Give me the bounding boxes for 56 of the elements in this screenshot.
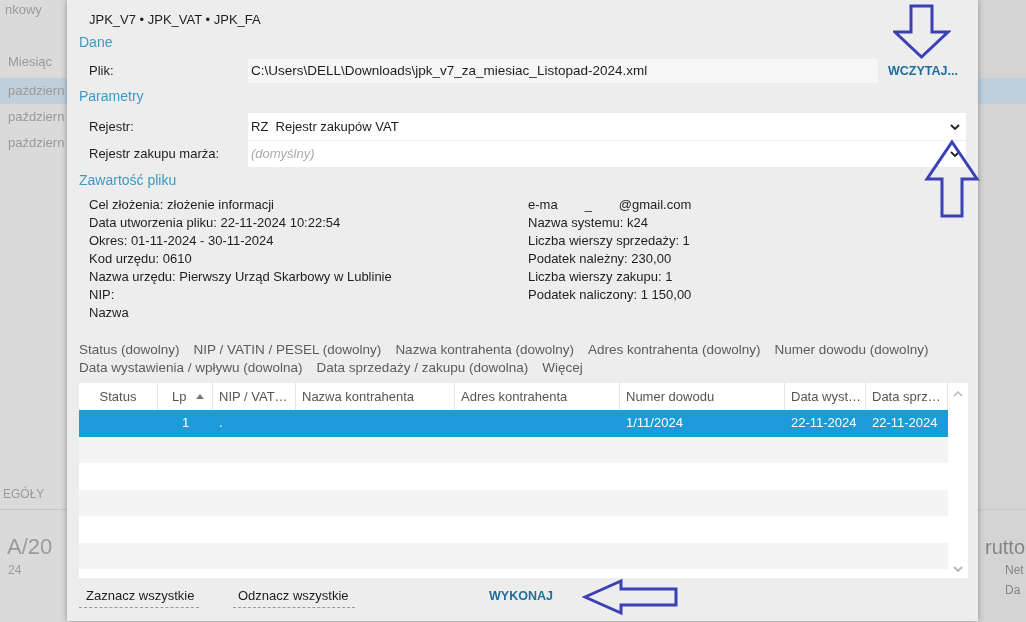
info-line: Cel złożenia: złożenie informacji — [89, 196, 274, 214]
info-line: NIP: — [89, 286, 115, 304]
dropdown-field[interactable]: RZ Rejestr zakupów VAT — [248, 113, 966, 140]
execute-button[interactable]: WYKONAJ — [487, 584, 555, 608]
column-header: Miesiąc — [7, 54, 54, 70]
load-button[interactable]: WCZYTAJ... — [886, 60, 960, 82]
table-cell-text: 22-11-2024 — [871, 414, 939, 432]
filter-link[interactable]: Data sprzedaży / zakupu (dowolna) — [316, 359, 529, 377]
filter-link[interactable]: Więcej — [542, 359, 583, 377]
info-line: Data utworzenia pliku: 22-11-2024 10:22:54 — [89, 214, 341, 232]
file-path-field[interactable]: C:\Users\DELL\Downloads\jpk_v7_za_miesiac_Listopad-2024.xml — [248, 59, 878, 83]
field-label: Rejestr zakupu marża: — [88, 145, 221, 164]
table-row[interactable]: 1 . 1/11/2024 22-11-2024 22-11-2024 — [79, 410, 948, 437]
info-line: Kod urzędu: 0610 — [89, 250, 192, 268]
table-cell-text: . — [218, 414, 224, 432]
table-cell-text: 22-11-2024 — [790, 414, 858, 432]
info-line: Podatek naliczony: 1 150,00 — [528, 286, 692, 304]
scroll-down-icon[interactable] — [953, 566, 963, 572]
filter-link[interactable]: NIP / VATIN / PESEL (dowolny) — [193, 341, 382, 359]
info-fragment: e-ma — [528, 196, 558, 214]
info-line: Nazwa — [89, 304, 129, 322]
document-number: A/20 — [6, 534, 54, 560]
date-text: 24 — [7, 562, 23, 578]
info-line: Podatek należny: 230,00 — [528, 250, 672, 268]
filter-link[interactable]: Nazwa kontrahenta (dowolny) — [395, 341, 574, 359]
section-title: Zawartość pliku — [79, 171, 177, 189]
info-line: Liczba wierszy sprzedaży: 1 — [528, 232, 690, 250]
field-label: Rejestr: — [88, 117, 135, 136]
info-line: Nazwa urzędu: Pierwszy Urząd Skarbowy w Lublinie — [89, 268, 392, 286]
info-line: Liczba wierszy zakupu: 1 — [528, 268, 673, 286]
scroll-up-icon[interactable] — [953, 391, 963, 397]
info-fragment: _ — [584, 196, 592, 214]
section-title: Parametry — [79, 87, 144, 105]
down-arrow-icon — [893, 3, 951, 60]
section-title: Dane — [79, 33, 113, 51]
select-all-button[interactable]: Zaznacz wszystkie — [79, 584, 199, 608]
filter-link[interactable]: Data wystawienia / wpływu (dowolna) — [79, 359, 303, 377]
left-arrow-icon — [582, 578, 679, 616]
up-arrow-icon — [924, 139, 980, 219]
chevron-down-icon[interactable] — [950, 151, 960, 157]
table-cell-text: 1/11/2024 — [625, 414, 684, 432]
table-cell-text: 1 — [180, 414, 191, 432]
filter-link[interactable]: Status (dowolny) — [79, 341, 180, 359]
info-line: Nazwa systemu: k24 — [528, 214, 648, 232]
amount-label: rutto — [984, 535, 1026, 560]
deselect-all-button[interactable]: Odznacz wszystkie — [233, 584, 355, 608]
field-label: Plik: — [88, 62, 115, 81]
chevron-down-icon[interactable] — [950, 123, 960, 130]
info-line: Okres: 01-11-2024 - 30-11-2024 — [89, 232, 274, 250]
formats-text: JPK_V7 • JPK_VAT • JPK_FA — [89, 11, 261, 29]
net-label: Net — [1004, 562, 1025, 578]
filter-link[interactable]: Numer dowodu (dowolny) — [774, 341, 929, 359]
date-label: Da — [1004, 582, 1022, 598]
info-fragment: @gmail.com — [618, 196, 692, 214]
list-row-highlight[interactable] — [978, 78, 1026, 104]
filter-link[interactable]: Adres kontrahenta (dowolny) — [587, 341, 761, 359]
